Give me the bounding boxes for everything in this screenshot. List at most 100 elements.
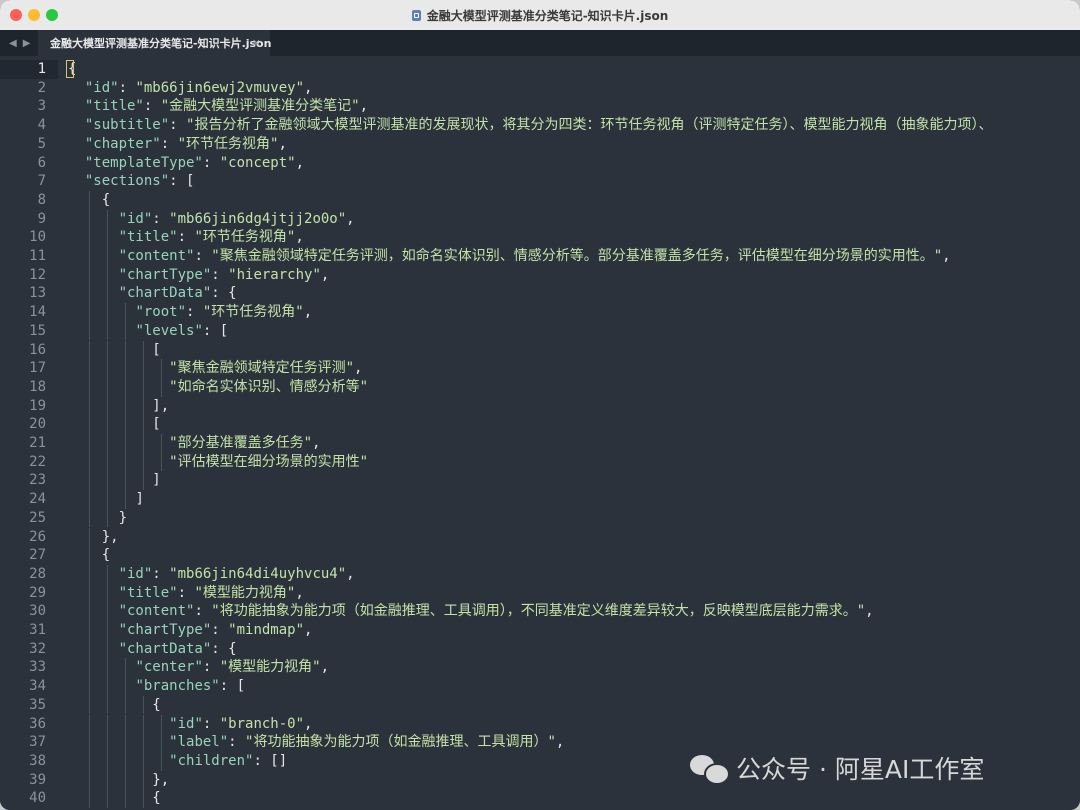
code-line[interactable]: [ [68, 341, 160, 360]
json-punctuation: ] [135, 491, 144, 508]
indent-guide [89, 621, 90, 640]
code-line[interactable]: ] [68, 471, 160, 490]
code-line[interactable]: "chartData": { [68, 640, 237, 659]
line-number: 24 [29, 491, 46, 508]
line-number: 6 [37, 154, 46, 171]
code-line[interactable]: "聚焦金融领域特定任务评测", [68, 359, 362, 378]
indent-guide [89, 751, 90, 771]
json-key: "title" [118, 229, 178, 246]
code-line[interactable]: "id": "branch-0", [68, 715, 312, 734]
code-line[interactable]: "chapter": "环节任务视角", [68, 135, 287, 154]
code-line[interactable]: "title": "模型能力视角", [68, 584, 304, 603]
indent-guide [89, 359, 90, 378]
indent-guide [143, 714, 144, 734]
indent-guide [125, 396, 126, 416]
tab-active-file[interactable]: 金融大模型评测基准分类笔记-知识卡片.json × [38, 30, 271, 56]
code-line[interactable]: "title": "金融大模型评测基准分类笔记", [68, 97, 368, 116]
code-line[interactable]: "templateType": "concept", [68, 154, 304, 173]
code-editor[interactable]: 1 2 3 4 5 6 7 8 9 10 11 12 13 14 15 16 17 18 19 20 21 22 23 24 2… [0, 56, 1080, 810]
indent-guide [107, 265, 108, 285]
code-line[interactable]: { [68, 696, 161, 715]
json-string: "环节任务视角" [177, 135, 279, 152]
line-number: 27 [29, 547, 46, 564]
indent-guide [107, 434, 108, 453]
code-line[interactable]: "content": "聚焦金融领域特定任务评测，如命名实体识别、情感分析等。部… [68, 247, 951, 266]
json-punctuation: , [278, 135, 287, 152]
indent-guide [125, 303, 126, 322]
code-line[interactable]: "部分基准覆盖多任务", [68, 434, 320, 453]
code-line[interactable]: "chartData": { [68, 284, 237, 303]
json-punctuation: { [152, 790, 161, 807]
code-line[interactable]: { [68, 789, 161, 808]
indent-guide [107, 247, 108, 266]
json-punctuation: : [211, 622, 229, 638]
line-number-gutter: 1 2 3 4 5 6 7 8 9 10 11 12 13 14 15 16 17 18 19 20 21 22 23 24 2… [0, 56, 58, 810]
json-punctuation: : [177, 229, 195, 246]
code-line[interactable]: "如命名实体识别、情感分析等" [68, 378, 368, 397]
indent-guide [107, 359, 108, 378]
close-tab-icon[interactable]: × [252, 36, 261, 49]
indent-guide [143, 751, 144, 771]
code-line[interactable]: "branches": [ [68, 677, 245, 696]
code-line[interactable]: "subtitle": "报告分析了金融领域大模型评测基准的发展现状，将其分为四… [68, 116, 993, 135]
json-file-icon [411, 9, 421, 21]
code-line[interactable]: ] [68, 490, 144, 509]
indent-guide [125, 770, 126, 790]
json-punctuation: { [152, 696, 161, 713]
json-string: "branch-0" [219, 715, 305, 732]
indent-guide [89, 396, 90, 416]
indent-guide [107, 321, 108, 341]
indent-guide [143, 434, 144, 453]
text-cursor [66, 60, 74, 78]
indent-guide [107, 490, 108, 509]
code-line[interactable]: ], [68, 397, 169, 416]
json-key: "branches" [135, 678, 220, 695]
indent-guide [143, 377, 144, 397]
json-punctuation: : [ [169, 173, 195, 190]
code-line[interactable]: "id": "mb66jin64di4uyhvcu4", [68, 565, 355, 584]
tab-navigation: ◀ ▶ [9, 30, 30, 56]
json-string: "将功能抽象为能力项（如金融推理、工具调用）" [245, 734, 556, 751]
forward-arrow-icon[interactable]: ▶ [23, 38, 31, 49]
window-title-text: 金融大模型评测基准分类笔记-知识卡片.json [426, 8, 669, 23]
line-number: 33 [29, 659, 46, 676]
code-line[interactable]: }, [68, 528, 119, 547]
watermark-text: 公众号 · 阿星AI工作室 [736, 755, 985, 784]
code-line[interactable]: "chartType": "mindmap", [68, 621, 313, 640]
code-line[interactable]: [ [68, 415, 160, 434]
code-line[interactable]: "levels": [ [68, 322, 228, 341]
line-number: 9 [37, 210, 46, 227]
line-number: 12 [29, 266, 46, 283]
json-punctuation: , [320, 659, 330, 676]
code-line[interactable]: } [68, 509, 127, 528]
indent-guide [161, 434, 162, 453]
json-string: "将功能抽象为能力项（如金融推理、工具调用），不同基准定义维度差异较大，反映模型… [211, 603, 866, 620]
wechat-icon [690, 753, 730, 785]
indent-guide [143, 415, 144, 434]
indent-guide [107, 396, 108, 416]
indent-guide [89, 247, 90, 266]
json-punctuation: , [555, 734, 565, 751]
indent-guide [89, 695, 90, 715]
code-line[interactable]: "id": "mb66jin6dg4jtjj2o0o", [68, 210, 355, 229]
line-number: 14 [29, 304, 46, 321]
line-number: 1 [37, 61, 46, 77]
code-line[interactable]: "评估模型在细分场景的实用性" [68, 453, 368, 472]
line-number: 4 [37, 117, 46, 134]
code-line[interactable]: "children": [] [68, 752, 287, 771]
indent-guide [107, 303, 108, 322]
indent-guide [89, 377, 90, 397]
indent-guide [125, 733, 126, 752]
code-line[interactable]: "sections": [ [68, 172, 195, 191]
indent-guide [89, 452, 90, 472]
json-punctuation: : [228, 734, 246, 751]
code-line[interactable]: }, [68, 771, 169, 790]
json-punctuation: { [101, 547, 111, 564]
code-line[interactable]: "title": "环节任务视角", [68, 228, 304, 247]
back-arrow-icon[interactable]: ◀ [9, 38, 17, 49]
code-line[interactable]: "id": "mb66jin6ewj2vmuvey", [68, 79, 313, 98]
code-line[interactable]: "root": "环节任务视角", [68, 303, 312, 322]
indent-guide [125, 751, 126, 771]
code-line[interactable]: "content": "将功能抽象为能力项（如金融推理、工具调用），不同基准定义… [68, 602, 874, 621]
indent-guide [125, 490, 126, 509]
